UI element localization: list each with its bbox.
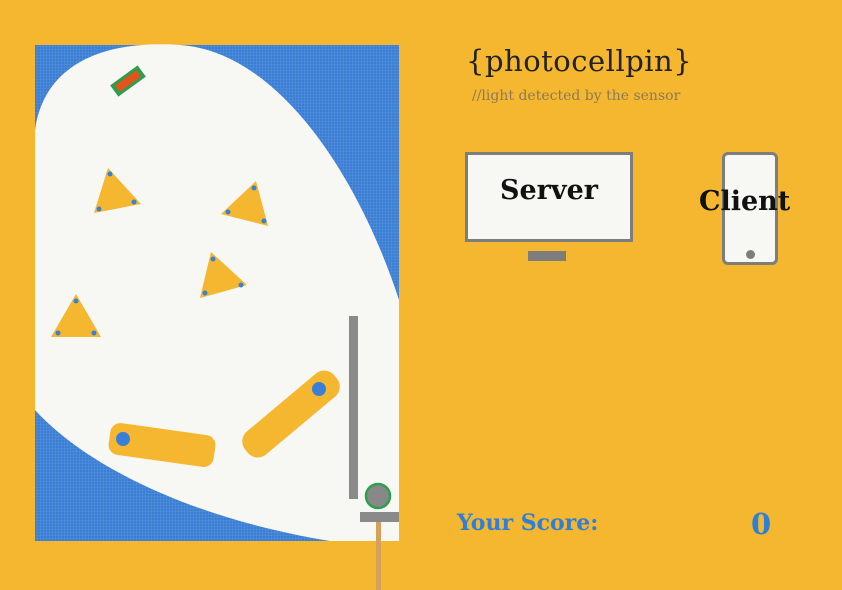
ball: [364, 482, 392, 510]
left-flipper-pivot: [116, 432, 130, 446]
client-label: Client: [699, 186, 791, 217]
launcher-lane-wall: [349, 316, 358, 499]
server-label: Server: [500, 174, 598, 206]
score-value: 0: [751, 507, 772, 541]
page-subtitle: //light detected by the sensor: [472, 88, 681, 104]
right-flipper-pivot: [312, 382, 326, 396]
monitor-stand: [528, 251, 566, 261]
pinball-board: [35, 44, 399, 590]
phone-home-button: [746, 250, 755, 259]
page-title: {photocellpin}: [466, 44, 693, 78]
plunger-plate[interactable]: [360, 512, 399, 522]
monitor-icon: Server: [465, 152, 633, 242]
plunger-rod[interactable]: [376, 522, 381, 590]
score-label: Your Score:: [457, 510, 599, 536]
